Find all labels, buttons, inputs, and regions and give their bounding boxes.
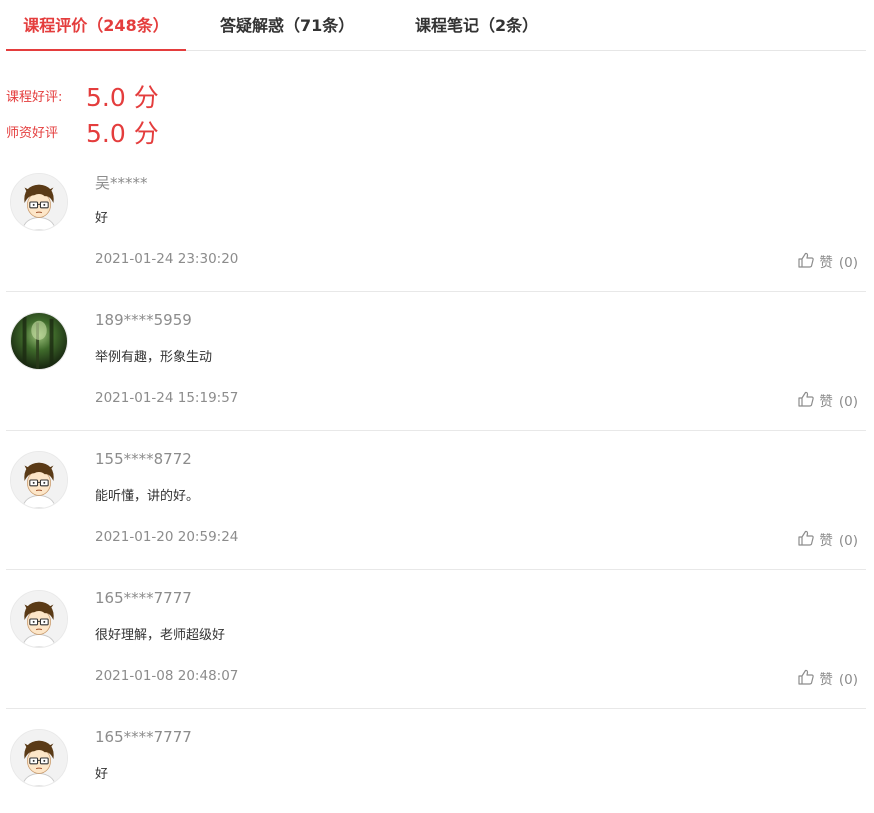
review-content: 好 xyxy=(95,767,109,782)
teacher-rating-label: 师资好评 xyxy=(6,126,59,141)
like-button[interactable]: 赞 (0) xyxy=(819,668,858,688)
course-rating-score: 5.0 分 xyxy=(86,83,159,112)
review-item: 165****7777 很好理解，老师超级好 2021-01-08 20:48:… xyxy=(6,569,866,709)
tab-course-notes[interactable]: 课程笔记（2条） xyxy=(415,0,538,49)
review-item: 155****8772 能听懂，讲的好。 2021-01-20 20:59:24… xyxy=(6,430,866,570)
cartoon-boy-avatar-icon xyxy=(11,174,67,230)
cartoon-boy-avatar-icon xyxy=(11,730,67,786)
review-content: 能听懂，讲的好。 xyxy=(95,489,200,504)
thumbs-up-icon xyxy=(797,529,815,547)
thumbs-up-icon xyxy=(797,390,815,408)
review-content: 很好理解，老师超级好 xyxy=(95,628,226,643)
like-label: 赞 xyxy=(819,394,833,410)
like-count: (0) xyxy=(838,255,858,271)
review-username: 165****7777 xyxy=(95,728,192,746)
teacher-rating-score: 5.0 分 xyxy=(86,119,159,148)
review-username: 189****5959 xyxy=(95,311,192,329)
review-item: 165****7777 好 xyxy=(6,708,866,813)
review-time: 2021-01-24 15:19:57 xyxy=(95,390,239,406)
like-button[interactable]: 赞 (0) xyxy=(819,529,858,549)
review-time: 2021-01-20 20:59:24 xyxy=(95,529,239,545)
like-count: (0) xyxy=(838,394,858,410)
cartoon-boy-avatar-icon xyxy=(11,452,67,508)
like-label: 赞 xyxy=(819,255,833,271)
review-time: 2021-01-08 20:48:07 xyxy=(95,668,239,684)
review-username: 吴***** xyxy=(95,174,148,192)
like-count: (0) xyxy=(838,672,858,688)
avatar[interactable] xyxy=(10,451,68,509)
review-item: 吴***** 好 2021-01-24 23:30:20 赞 (0) xyxy=(6,152,866,292)
tab-qa[interactable]: 答疑解惑（71条） xyxy=(220,0,354,49)
review-item: 189****5959 举例有趣，形象生动 2021-01-24 15:19:5… xyxy=(6,291,866,431)
like-button[interactable]: 赞 (0) xyxy=(819,251,858,271)
like-count: (0) xyxy=(838,533,858,549)
forest-photo-avatar-icon xyxy=(11,313,67,369)
review-content: 好 xyxy=(95,211,109,226)
avatar[interactable] xyxy=(10,590,68,648)
like-label: 赞 xyxy=(819,672,833,688)
review-username: 165****7777 xyxy=(95,589,192,607)
avatar[interactable] xyxy=(10,312,68,370)
review-content: 举例有趣，形象生动 xyxy=(95,350,213,365)
tab-bar: 课程评价（248条） 答疑解惑（71条） 课程笔记（2条） xyxy=(6,0,866,51)
cartoon-boy-avatar-icon xyxy=(11,591,67,647)
review-time: 2021-01-24 23:30:20 xyxy=(95,251,239,267)
like-button[interactable]: 赞 (0) xyxy=(819,390,858,410)
review-username: 155****8772 xyxy=(95,450,192,468)
thumbs-up-icon xyxy=(797,668,815,686)
thumbs-up-icon xyxy=(797,251,815,269)
tab-course-reviews[interactable]: 课程评价（248条） xyxy=(6,0,186,51)
avatar[interactable] xyxy=(10,173,68,231)
avatar[interactable] xyxy=(10,729,68,787)
course-rating-label: 课程好评: xyxy=(6,90,63,105)
like-label: 赞 xyxy=(819,533,833,549)
